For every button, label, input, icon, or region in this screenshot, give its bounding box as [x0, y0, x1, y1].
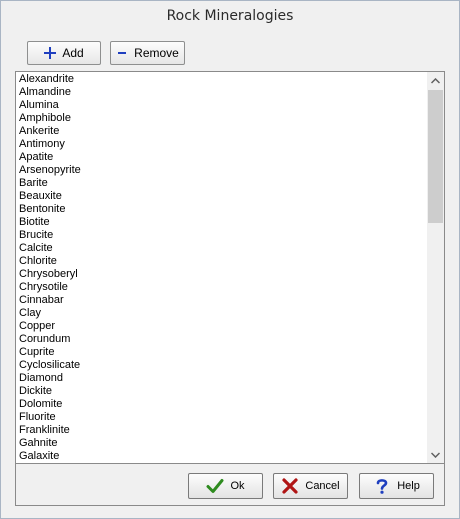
list-item[interactable]: Apatite [19, 151, 428, 164]
list-item[interactable]: Fluorite [19, 411, 428, 424]
add-button[interactable]: Add [27, 41, 101, 65]
ok-button[interactable]: Ok [188, 473, 263, 499]
list-item[interactable]: Calcite [19, 242, 428, 255]
cancel-button-label: Cancel [305, 480, 340, 492]
list-item[interactable]: Clay [19, 307, 428, 320]
x-icon [282, 478, 298, 494]
list-item[interactable]: Ankerite [19, 125, 428, 138]
list-item[interactable]: Biotite [19, 216, 428, 229]
list-item[interactable]: Cinnabar [19, 294, 428, 307]
list-item[interactable]: Franklinite [19, 424, 428, 437]
help-button[interactable]: Help [359, 473, 434, 499]
add-button-label: Add [62, 46, 84, 60]
mineral-list-items: Alexandrite Almandine Alumina Amphibole Anke… [16, 72, 428, 463]
dialog-window: Rock Mineralogies Add Remove Alexandrite… [0, 0, 460, 519]
help-button-label: Help [397, 480, 420, 492]
cancel-button[interactable]: Cancel [273, 473, 348, 499]
list-item[interactable]: Chrysoberyl [19, 268, 428, 281]
plus-icon [44, 47, 57, 59]
list-item[interactable]: Dolomite [19, 398, 428, 411]
list-item[interactable]: Chrysotile [19, 281, 428, 294]
mineral-list[interactable]: Alexandrite Almandine Alumina Amphibole Anke… [15, 71, 445, 464]
list-item[interactable]: Cuprite [19, 346, 428, 359]
list-item[interactable]: Amphibole [19, 112, 428, 125]
window-title: Rock Mineralogies [1, 1, 459, 32]
remove-button-label: Remove [134, 46, 179, 60]
list-item[interactable]: Alexandrite [19, 73, 428, 86]
list-item[interactable]: Copper [19, 320, 428, 333]
list-item[interactable]: Chlorite [19, 255, 428, 268]
list-item[interactable]: Cyclosilicate [19, 359, 428, 372]
list-item[interactable]: Brucite [19, 229, 428, 242]
list-item[interactable]: Arsenopyrite [19, 164, 428, 177]
list-item[interactable]: Dickite [19, 385, 428, 398]
list-item[interactable]: Gahnite [19, 437, 428, 450]
list-item[interactable]: Diamond [19, 372, 428, 385]
vertical-scrollbar[interactable] [427, 72, 444, 463]
list-item[interactable]: Galaxite [19, 450, 428, 463]
scroll-down-arrow-icon[interactable] [427, 446, 444, 463]
scroll-up-arrow-icon[interactable] [427, 72, 444, 89]
minus-icon [116, 47, 128, 59]
list-item[interactable]: Alumina [19, 99, 428, 112]
question-icon [376, 479, 388, 494]
list-item[interactable]: Almandine [19, 86, 428, 99]
remove-button[interactable]: Remove [110, 41, 185, 65]
list-item[interactable]: Corundum [19, 333, 428, 346]
ok-button-label: Ok [230, 480, 245, 492]
list-item[interactable]: Beauxite [19, 190, 428, 203]
list-item[interactable]: Barite [19, 177, 428, 190]
scroll-thumb[interactable] [428, 90, 443, 223]
checkmark-icon [206, 479, 224, 493]
list-item[interactable]: Antimony [19, 138, 428, 151]
list-item[interactable]: Bentonite [19, 203, 428, 216]
